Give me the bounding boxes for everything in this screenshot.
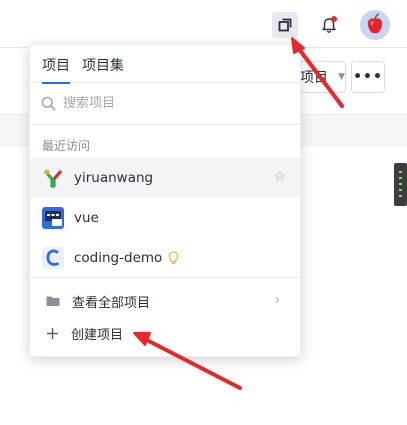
tab-project-sets[interactable]: 项目集 xyxy=(82,57,124,75)
yiruanwang-logo-icon xyxy=(42,167,64,189)
tab-projects[interactable]: 项目 xyxy=(42,57,70,84)
recent-section-title: 最近访问 xyxy=(42,139,91,153)
coding-logo-icon xyxy=(42,247,64,269)
recent-item-name: vue xyxy=(74,210,99,226)
floating-scroll-widget[interactable] xyxy=(394,163,407,206)
recent-item-name: coding-demo xyxy=(74,250,163,266)
search-input[interactable] xyxy=(63,96,263,111)
more-options-button[interactable]: ••• xyxy=(351,61,385,93)
create-project-label: 创建项目 xyxy=(71,327,124,343)
recent-item-vue[interactable]: vue xyxy=(30,198,300,238)
tab-project-sets-label: 项目集 xyxy=(82,58,124,74)
view-all-projects-item[interactable]: 查看全部项目 › xyxy=(30,284,300,318)
view-all-projects-label: 查看全部项目 xyxy=(72,295,151,311)
create-project-item[interactable]: 创建项目 xyxy=(30,316,300,350)
recent-item-name: yiruanwang xyxy=(74,170,154,186)
project-search xyxy=(30,83,300,125)
notification-dot xyxy=(331,16,337,22)
dropdown-tabs: 项目 项目集 xyxy=(30,45,300,84)
tab-projects-label: 项目 xyxy=(42,58,70,74)
notifications-button[interactable] xyxy=(316,12,342,38)
lightbulb-icon xyxy=(168,251,179,265)
recent-item-yiruanwang[interactable]: yiruanwang ☆ xyxy=(30,158,300,198)
user-avatar[interactable] xyxy=(360,10,390,40)
dropdown-divider xyxy=(30,277,300,278)
folder-icon xyxy=(46,296,60,306)
top-navigation-bar xyxy=(0,0,407,48)
apple-avatar-icon xyxy=(360,10,390,40)
recent-item-coding-demo[interactable]: coding-demo xyxy=(30,238,300,278)
caret-down-icon: ▼ xyxy=(338,72,345,82)
search-icon xyxy=(41,96,56,111)
create-dropdown-label: 项目 xyxy=(300,70,328,86)
projects-menu-button[interactable] xyxy=(272,12,298,38)
plus-icon xyxy=(47,327,58,339)
projects-dropdown: 项目 项目集 最近访问 yiruanwang ☆ xyxy=(29,44,301,357)
overlapping-squares-icon xyxy=(278,18,292,32)
star-icon[interactable]: ☆ xyxy=(273,170,286,184)
create-dropdown-button[interactable]: 项目 ▼ xyxy=(296,61,346,93)
vue-project-logo-icon xyxy=(42,207,64,229)
chevron-right-icon: › xyxy=(274,293,280,308)
